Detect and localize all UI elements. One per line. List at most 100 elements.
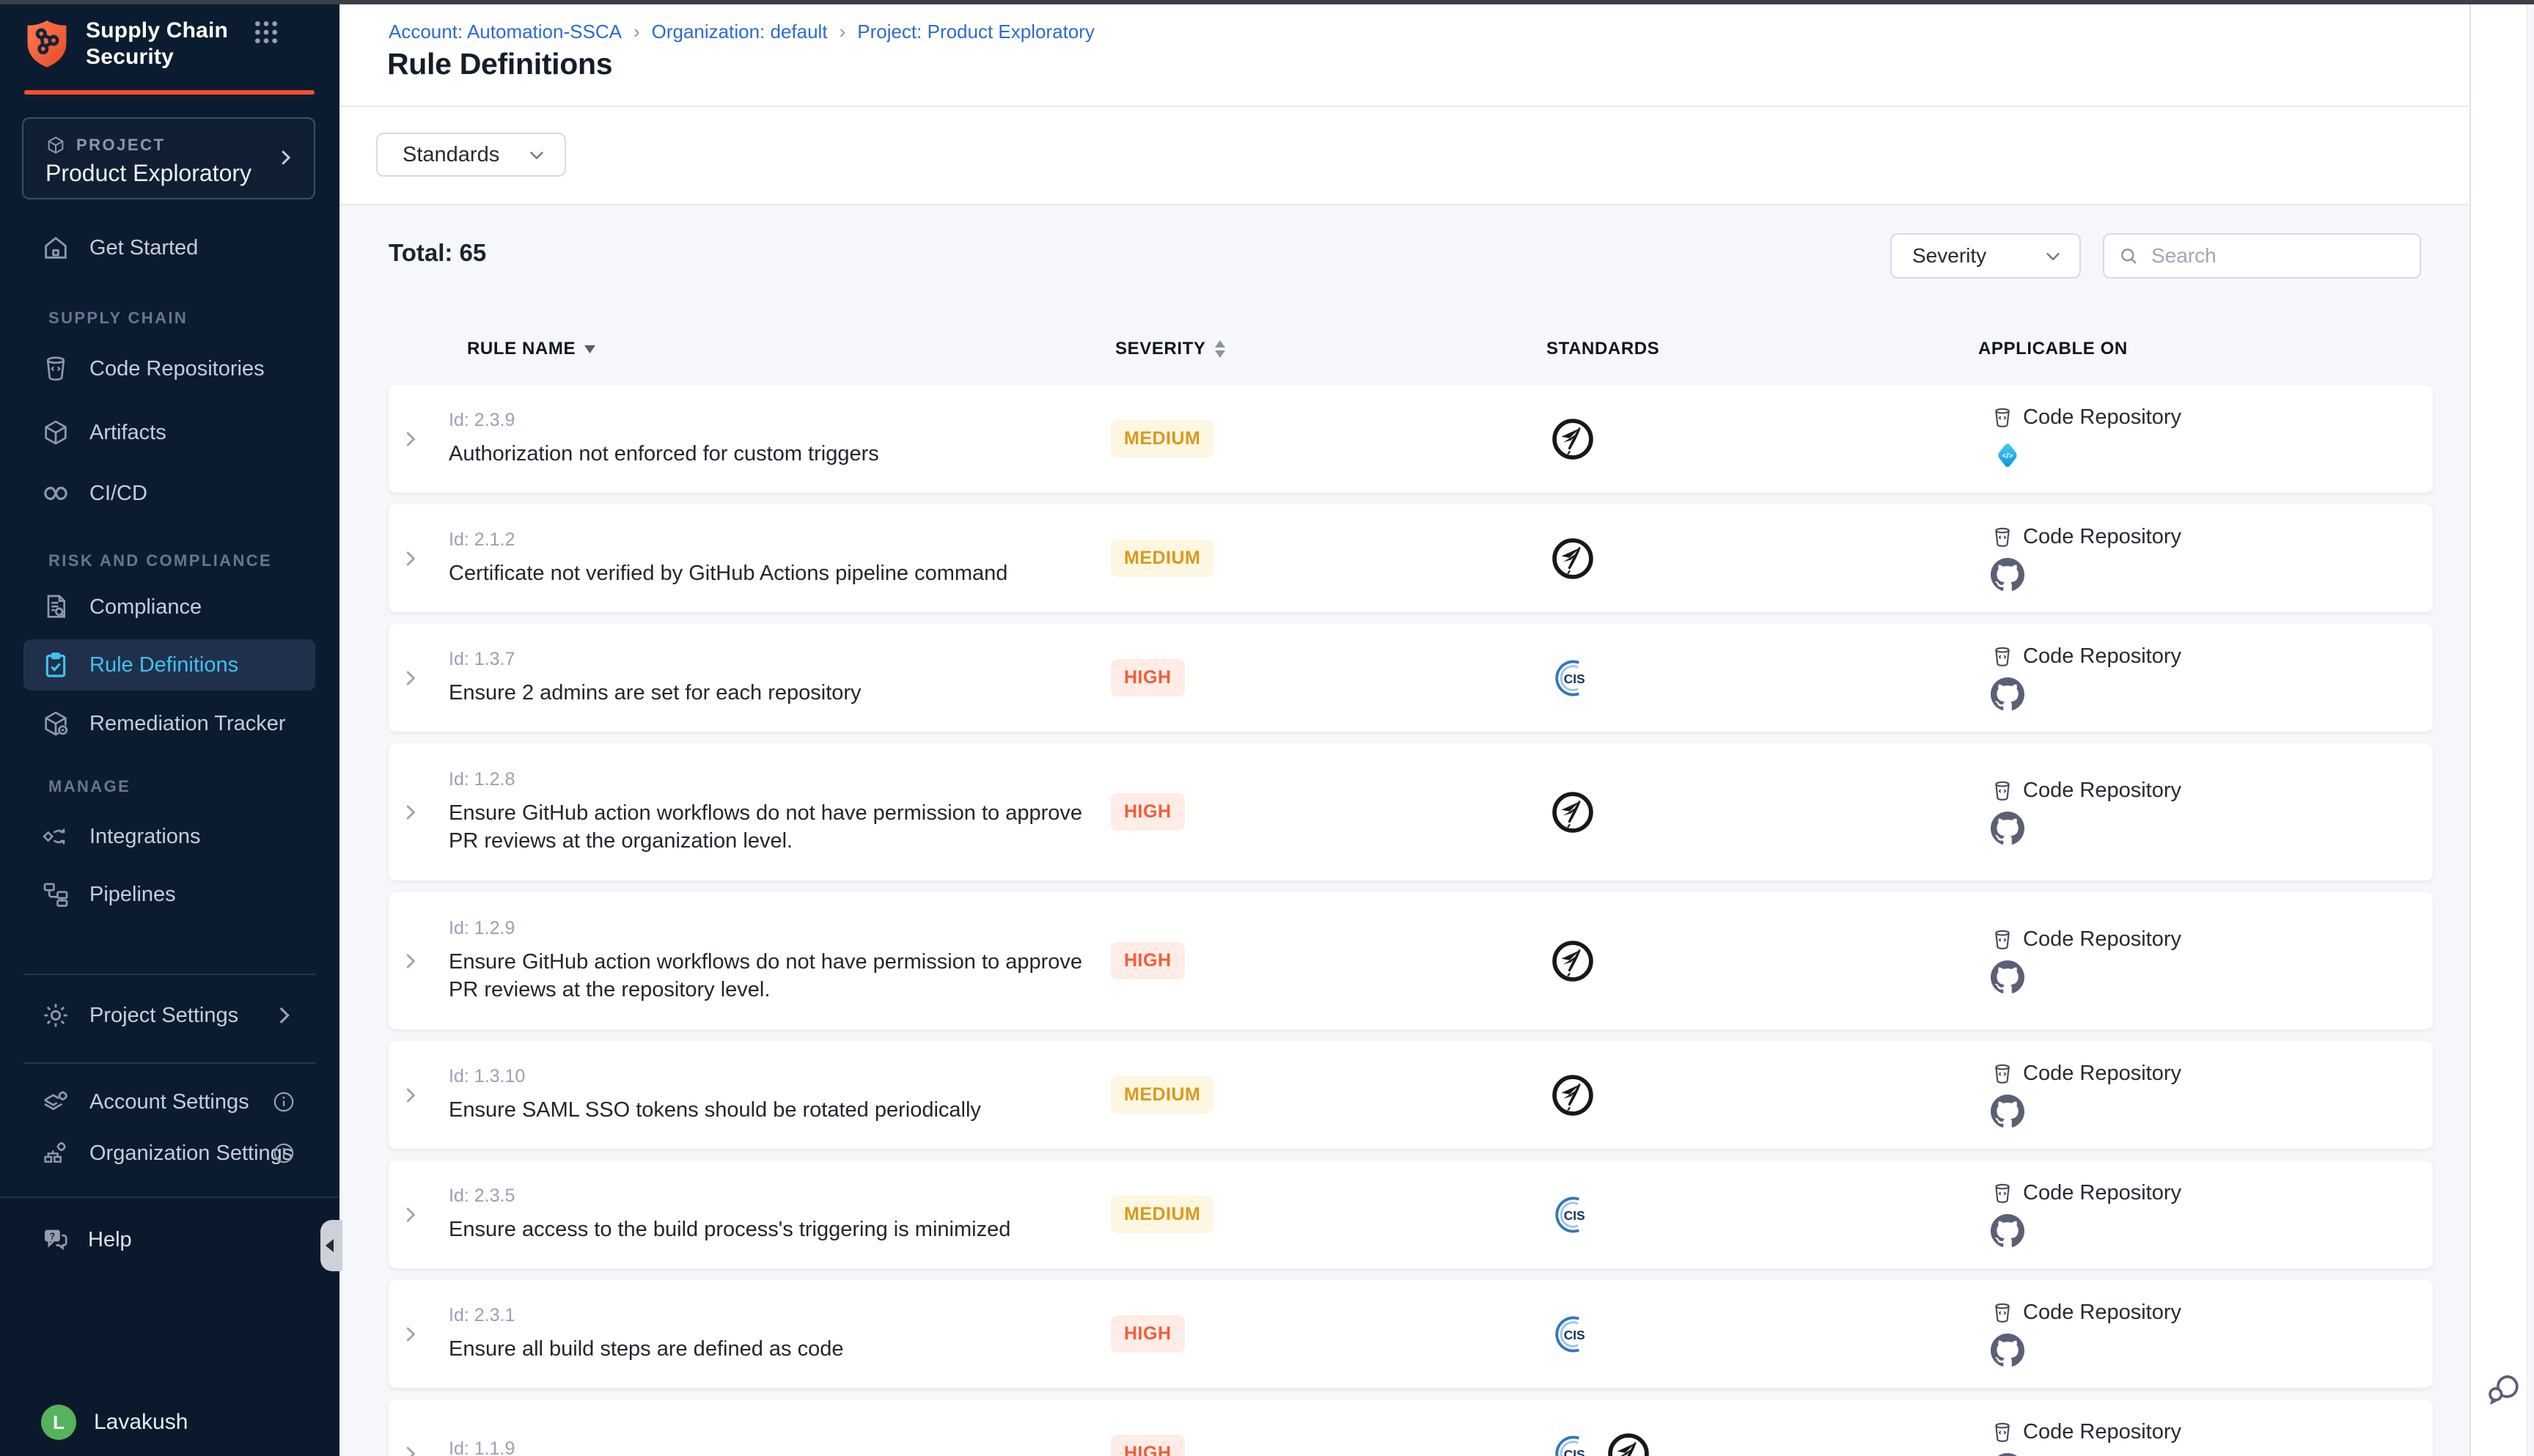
rule-name: Ensure 2 admins are set for each reposit…: [449, 679, 1094, 707]
standards-dropdown[interactable]: Standards: [376, 133, 566, 177]
scrollbar-gutter[interactable]: [2527, 0, 2534, 1456]
sidebar-item-label: Account Settings: [89, 1090, 249, 1114]
user-menu[interactable]: L Lavakush: [41, 1405, 188, 1440]
severity-badge: HIGH: [1111, 1315, 1185, 1353]
applicable-on-label: Code Repository: [2023, 1420, 2181, 1444]
sidebar-item-project-settings[interactable]: Project Settings: [23, 990, 315, 1041]
sidebar-item-rule-definitions[interactable]: Rule Definitions: [23, 639, 315, 691]
module-title: Supply Chain Security: [86, 18, 228, 70]
sidebar-item-account-settings[interactable]: Account Settings: [23, 1076, 315, 1128]
sort-desc-icon: [584, 345, 595, 353]
rule-name: Ensure access to the build process's tri…: [449, 1216, 1094, 1243]
expand-row-chevron-icon[interactable]: [394, 385, 427, 493]
cis-icon: CIS: [1550, 655, 1595, 701]
owasp-icon: [1606, 1431, 1651, 1456]
search-box: [2103, 233, 2421, 279]
module-accent-bar: [24, 90, 315, 95]
project-label: PROJECT: [76, 136, 165, 155]
severity-filter-dropdown[interactable]: Severity: [1890, 233, 2081, 279]
svg-text:CIS: CIS: [1564, 672, 1585, 686]
rule-id: Id: 1.3.7: [449, 649, 1109, 670]
breadcrumb-link[interactable]: Project: Product Exploratory: [857, 21, 1095, 43]
support-chat-icon[interactable]: [2484, 1369, 2522, 1408]
sidebar-item-compliance[interactable]: Compliance: [23, 581, 315, 633]
sidebar-item-remediation-tracker[interactable]: Remediation Tracker: [23, 698, 315, 749]
rule-row[interactable]: Id: 2.3.9Authorization not enforced for …: [389, 385, 2433, 493]
rule-row[interactable]: Id: 1.3.7 Ensure 2 admins are set for eac…: [389, 624, 2433, 732]
chevron-down-icon: [526, 144, 547, 165]
sidebar-collapse-handle[interactable]: [320, 1220, 342, 1271]
clipboard-check-icon: [41, 650, 70, 680]
home-icon: [41, 233, 70, 262]
project-name: Product Exploratory: [45, 160, 251, 187]
rule-row[interactable]: Id: 2.1.2 Certificate not verified by Git…: [389, 504, 2433, 612]
integrations-icon: [41, 822, 70, 851]
rule-row[interactable]: Id: 2.3.5Ensure access to the build proc…: [389, 1161, 2433, 1268]
expand-row-chevron-icon[interactable]: [394, 892, 427, 1029]
applicable-on-label: Code Repository: [2023, 1181, 2181, 1205]
standards-icons: [1550, 892, 1595, 1029]
expand-row-chevron-icon[interactable]: [394, 1400, 427, 1456]
info-icon: [271, 1089, 296, 1114]
expand-row-chevron-icon[interactable]: [394, 504, 427, 612]
standards-icons: [1550, 385, 1595, 493]
sidebar-item-get-started[interactable]: Get Started: [23, 222, 315, 273]
sidebar-item-ci-cd[interactable]: CI/CD: [23, 468, 315, 519]
chevron-down-icon: [2043, 246, 2063, 266]
applicable-on-label: Code Repository: [2023, 779, 2181, 803]
sidebar-item-integrations[interactable]: Integrations: [23, 811, 315, 862]
column-header-standards: STANDARDS: [1546, 331, 1659, 367]
github-icon: [1991, 1453, 2024, 1456]
search-input[interactable]: [2150, 243, 2406, 268]
rule-id: Id: 2.3.9: [449, 410, 1109, 431]
rule-id: Id: 2.3.1: [449, 1305, 1109, 1326]
sidebar-item-label: Rule Definitions: [89, 653, 238, 677]
column-header-rule-name[interactable]: RULE NAME: [467, 331, 595, 367]
standards-icons: CIS: [1550, 1400, 1651, 1456]
rule-id: Id: 2.1.2: [449, 529, 1109, 551]
sidebar-item-pipelines[interactable]: Pipelines: [23, 869, 315, 920]
rule-row[interactable]: Id: 1.2.8Ensure GitHub action workflows …: [389, 743, 2433, 880]
svg-text:</>: </>: [2002, 452, 2013, 460]
sidebar-item-label: Remediation Tracker: [89, 712, 286, 736]
project-selector[interactable]: PROJECT Product Exploratory: [22, 117, 315, 199]
rule-name: Ensure SAML SSO tokens should be rotated…: [449, 1096, 1094, 1124]
rule-row[interactable]: Id: 1.1.9HIGHCISCode Repository: [389, 1400, 2433, 1456]
standards-dropdown-label: Standards: [403, 143, 499, 167]
chevron-right-icon: [271, 1003, 296, 1028]
cis-icon: CIS: [1550, 1192, 1595, 1238]
expand-row-chevron-icon[interactable]: [394, 624, 427, 732]
expand-row-chevron-icon[interactable]: [394, 743, 427, 880]
rule-row[interactable]: Id: 2.3.1Ensure all build steps are defi…: [389, 1280, 2433, 1388]
harness-code-icon: </>: [1991, 438, 2024, 472]
standards-icons: [1550, 504, 1595, 612]
help-button[interactable]: ? Help: [23, 1214, 315, 1265]
applicable-on-label: Code Repository: [2023, 644, 2181, 669]
sidebar-divider: [23, 1062, 315, 1064]
expand-row-chevron-icon[interactable]: [394, 1161, 427, 1268]
severity-badge: HIGH: [1111, 793, 1185, 831]
expand-row-chevron-icon[interactable]: [394, 1280, 427, 1388]
rule-row[interactable]: Id: 1.3.10Ensure SAML SSO tokens should …: [389, 1041, 2433, 1149]
rule-row[interactable]: Id: 1.2.9Ensure GitHub action workflows …: [389, 892, 2433, 1029]
sidebar-item-artifacts[interactable]: Artifacts: [23, 407, 315, 458]
sidebar-item-code-repositories[interactable]: Code Repositories: [23, 343, 315, 394]
expand-row-chevron-icon[interactable]: [394, 1041, 427, 1149]
column-header-severity[interactable]: SEVERITY: [1115, 331, 1225, 367]
code-repository-icon: [1991, 1301, 2014, 1325]
github-icon: [1991, 1334, 2024, 1367]
github-icon: [1991, 558, 2024, 592]
breadcrumb-link[interactable]: Account: Automation-SSCA: [389, 21, 622, 43]
sidebar-item-label: CI/CD: [89, 482, 147, 506]
doc-search-icon: [41, 592, 70, 622]
github-icon: [1991, 1214, 2024, 1248]
sidebar-item-organization-settings[interactable]: Organization Settings: [23, 1128, 315, 1179]
applicable-on-label: Code Repository: [2023, 927, 2181, 952]
rule-name: Ensure GitHub action workflows do not ha…: [449, 799, 1094, 855]
breadcrumb-link[interactable]: Organization: default: [652, 21, 828, 43]
sidebar-item-label: Artifacts: [89, 421, 166, 445]
rule-name: Certificate not verified by GitHub Actio…: [449, 559, 1094, 587]
sidebar-item-label: Pipelines: [89, 883, 176, 907]
page-title: Rule Definitions: [387, 47, 612, 81]
module-switcher-grid-icon[interactable]: [251, 18, 281, 47]
